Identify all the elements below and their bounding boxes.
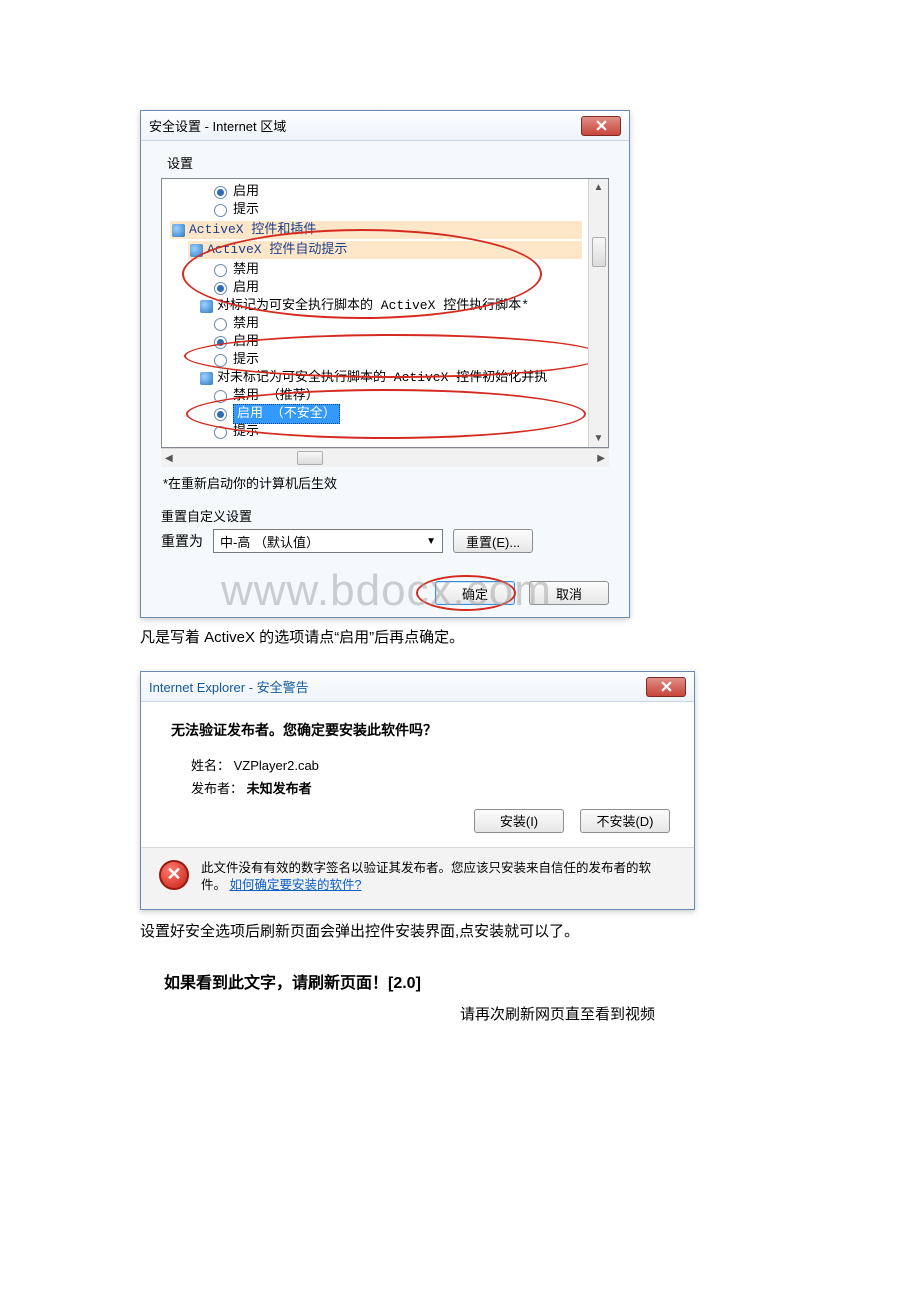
radio-icon	[214, 390, 227, 403]
settings-tree[interactable]: 启用 提示 ActiveX 控件和插件 ActiveX 控件自动提示 禁用	[162, 179, 588, 447]
category-label: 对标记为可安全执行脚本的 ActiveX 控件执行脚本*	[217, 297, 529, 315]
radio-icon	[214, 336, 227, 349]
scroll-thumb[interactable]	[592, 237, 606, 267]
radio-icon	[214, 426, 227, 439]
radio-icon	[214, 354, 227, 367]
scroll-track	[177, 451, 594, 465]
scroll-right-icon: ▶	[597, 453, 605, 464]
scroll-down-icon: ▼	[594, 430, 604, 447]
reset-row: 重置为 中-高 （默认值） ▼ 重置(E)...	[161, 529, 609, 553]
category-safe-script: 对标记为可安全执行脚本的 ActiveX 控件执行脚本*	[200, 297, 588, 315]
ie-security-warning-dialog: Internet Explorer - 安全警告 无法验证发布者。您确定要安装此…	[140, 671, 695, 910]
option-label: 提示	[233, 201, 259, 219]
category-activex-autoprompt: ActiveX 控件自动提示	[188, 241, 582, 259]
category-icon	[190, 244, 203, 257]
warning-body: 无法验证发布者。您确定要安装此软件吗？ 姓名： VZPlayer2.cab 发布…	[141, 702, 694, 848]
option-label: 提示	[233, 423, 259, 441]
caption-text: 凡是写着 ActiveX 的选项请点“启用”后再点确定。	[140, 626, 780, 647]
install-button[interactable]: 安装(I)	[474, 809, 564, 833]
option-label: 禁用	[233, 261, 259, 279]
select-value: 中-高 （默认值）	[220, 532, 319, 551]
category-activex: ActiveX 控件和插件	[170, 221, 582, 239]
category-icon	[200, 372, 213, 385]
radio-option[interactable]: 启用	[214, 279, 588, 297]
category-label: ActiveX 控件自动提示	[207, 241, 347, 259]
category-unsafe-script: 对未标记为可安全执行脚本的 ActiveX 控件初始化并执	[200, 369, 588, 387]
radio-option[interactable]: 启用	[214, 183, 588, 201]
category-label: 对未标记为可安全执行脚本的 ActiveX 控件初始化并执	[217, 369, 547, 387]
refresh-sub-notice: 请再次刷新网页直至看到视频	[460, 1003, 780, 1024]
publisher-value: 未知发布者	[247, 781, 312, 796]
dialog-body: 设置 启用 提示 ActiveX 控件和插件 ActiveX 控件自动提示	[141, 141, 629, 617]
file-info: 姓名： VZPlayer2.cab 发布者： 未知发布者	[191, 754, 670, 801]
radio-icon	[214, 318, 227, 331]
close-button[interactable]	[646, 677, 686, 697]
option-label: 禁用 （推荐）	[233, 387, 319, 405]
watermark-text: www.bdocx.com	[221, 566, 552, 616]
radio-icon	[214, 204, 227, 217]
reset-section-title: 重置自定义设置	[161, 506, 609, 525]
caption-text: 设置好安全选项后刷新页面会弹出控件安装界面,点安装就可以了。	[140, 920, 780, 941]
warning-question: 无法验证发布者。您确定要安装此软件吗？	[171, 720, 670, 740]
name-value: VZPlayer2.cab	[234, 758, 319, 773]
radio-option[interactable]: 禁用	[214, 261, 588, 279]
warning-footer: ✕ 此文件没有有效的数字签名以验证其发布者。您应该只安装来自信任的发布者的软件。…	[141, 848, 694, 909]
settings-list: 启用 提示 ActiveX 控件和插件 ActiveX 控件自动提示 禁用	[161, 178, 609, 448]
radio-option[interactable]: 启用	[214, 333, 588, 351]
name-label: 姓名：	[191, 758, 230, 773]
close-icon	[661, 681, 672, 692]
radio-icon	[214, 282, 227, 295]
vertical-scrollbar[interactable]: ▲ ▼	[588, 179, 608, 447]
option-label: 启用	[233, 279, 259, 297]
radio-icon	[214, 186, 227, 199]
option-label: 启用	[233, 333, 259, 351]
footer-message: 此文件没有有效的数字签名以验证其发布者。您应该只安装来自信任的发布者的软件。 如…	[201, 860, 670, 895]
reset-label: 重置为	[161, 531, 203, 551]
restart-note: *在重新启动你的计算机后生效	[163, 473, 609, 492]
security-settings-dialog: 安全设置 - Internet 区域 设置 启用 提示 ActiveX 控件和插…	[140, 110, 630, 618]
dialog-title: 安全设置 - Internet 区域	[149, 116, 581, 135]
refresh-notice: 如果看到此文字，请刷新页面！[2.0]	[164, 969, 780, 993]
dialog-title: Internet Explorer - 安全警告	[149, 677, 646, 696]
radio-option-selected[interactable]: 启用 （不安全）	[214, 405, 588, 423]
radio-option[interactable]: 禁用	[214, 315, 588, 333]
error-shield-icon: ✕	[159, 860, 189, 890]
horizontal-scrollbar[interactable]: ◀ ▶	[161, 448, 609, 467]
category-icon	[172, 224, 185, 237]
radio-option[interactable]: 提示	[214, 201, 588, 219]
category-icon	[200, 300, 213, 313]
option-label: 提示	[233, 351, 259, 369]
close-button[interactable]	[581, 116, 621, 136]
dont-install-button[interactable]: 不安装(D)	[580, 809, 670, 833]
settings-label: 设置	[167, 153, 609, 172]
close-icon	[596, 120, 607, 131]
scroll-left-icon: ◀	[165, 453, 173, 464]
help-link[interactable]: 如何确定要安装的软件?	[230, 878, 362, 892]
radio-option[interactable]: 提示	[214, 423, 588, 441]
radio-icon	[214, 264, 227, 277]
scroll-thumb[interactable]	[297, 451, 323, 465]
reset-button[interactable]: 重置(E)...	[453, 529, 533, 553]
option-label: 禁用	[233, 315, 259, 333]
chevron-down-icon: ▼	[426, 536, 436, 547]
category-label: ActiveX 控件和插件	[189, 221, 316, 239]
radio-option[interactable]: 提示	[214, 351, 588, 369]
install-buttons: 安装(I) 不安装(D)	[171, 809, 670, 833]
titlebar: 安全设置 - Internet 区域	[141, 111, 629, 141]
radio-icon	[214, 408, 227, 421]
reset-level-select[interactable]: 中-高 （默认值） ▼	[213, 529, 443, 553]
radio-option[interactable]: 禁用 （推荐）	[214, 387, 588, 405]
option-label: 启用 （不安全）	[233, 404, 340, 424]
option-label: 启用	[233, 183, 259, 201]
publisher-label: 发布者：	[191, 781, 243, 796]
scroll-up-icon: ▲	[594, 179, 604, 196]
titlebar: Internet Explorer - 安全警告	[141, 672, 694, 702]
